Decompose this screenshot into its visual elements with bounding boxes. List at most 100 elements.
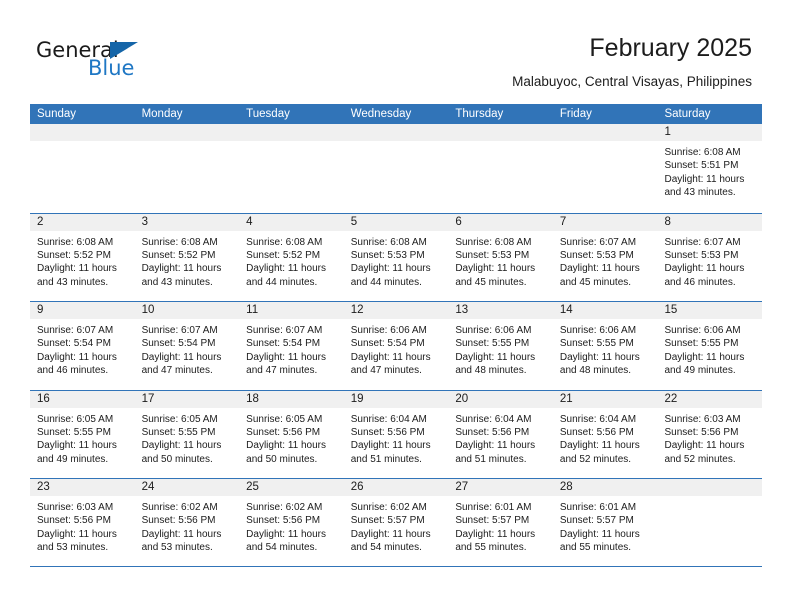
calendar-day-details: Sunrise: 6:07 AM Sunset: 5:53 PM Daylight:… [657, 231, 762, 290]
daylight-text-cont: and 44 minutes. [350, 276, 422, 288]
daylight-text-cont: and 50 minutes. [141, 453, 213, 465]
weekday-header-row: Sunday Monday Tuesday Wednesday Thursday… [30, 104, 762, 124]
sunset-text: Sunset: 5:51 PM [664, 160, 739, 172]
sunrise-text: Sunrise: 6:07 AM [37, 325, 114, 336]
calendar-day-details: Sunrise: 6:07 AM Sunset: 5:54 PM Daylight:… [239, 319, 344, 378]
calendar-day-cell[interactable]: 4 Sunrise: 6:08 AM Sunset: 5:52 PM Daylight… [239, 213, 344, 301]
calendar-day-cell[interactable]: 15 Sunrise: 6:06 AM Sunset: 5:55 PM Dayligh… [657, 302, 763, 390]
sunset-text: Sunset: 5:56 PM [246, 515, 321, 527]
sunset-text: Sunset: 5:57 PM [350, 515, 425, 527]
calendar-day-cell[interactable]: 28 Sunrise: 6:01 AM Sunset: 5:57 PM Dayligh… [552, 479, 658, 566]
daylight-text: Daylight: 11 hours [141, 351, 222, 363]
daylight-text-cont: and 54 minutes. [246, 542, 318, 554]
sunset-text: Sunset: 5:56 PM [141, 515, 216, 527]
sunset-text: Sunset: 5:53 PM [350, 249, 425, 261]
generalblue-logo[interactable]: General Blue [36, 38, 176, 86]
calendar-day-number: 13 [455, 304, 469, 316]
sunrise-text: Sunrise: 6:07 AM [664, 236, 741, 248]
calendar-day-header: 16 [30, 390, 135, 408]
calendar-day-cell[interactable]: 20 Sunrise: 6:04 AM Sunset: 5:56 PM Dayligh… [448, 390, 553, 478]
weekday-header-saturday: Saturday [664, 108, 711, 120]
title-block: February 2025 Malabuyoc, Central Visayas… [512, 33, 752, 90]
calendar-day-cell[interactable]: 24 Sunrise: 6:02 AM Sunset: 5:56 PM Dayligh… [134, 479, 240, 566]
sunrise-text: Sunrise: 6:01 AM [455, 502, 532, 513]
calendar-day-details: Sunrise: 6:07 AM Sunset: 5:54 PM Daylight:… [135, 319, 240, 378]
calendar-day-cell[interactable]: 5 Sunrise: 6:08 AM Sunset: 5:53 PM Daylight… [343, 213, 449, 301]
calendar-day-cell[interactable]: 8 Sunrise: 6:07 AM Sunset: 5:53 PM Daylight… [657, 213, 763, 301]
sunrise-text: Sunrise: 6:06 AM [350, 325, 427, 336]
daylight-text: Daylight: 11 hours [455, 263, 536, 275]
calendar-day-details: Sunrise: 6:07 AM Sunset: 5:53 PM Daylight:… [553, 231, 658, 290]
calendar-day-details: Sunrise: 6:06 AM Sunset: 5:54 PM Daylight:… [344, 319, 449, 378]
calendar-day-cell[interactable]: 13 Sunrise: 6:06 AM Sunset: 5:55 PM Dayligh… [448, 302, 553, 390]
daylight-text: Daylight: 11 hours [664, 351, 745, 363]
sunset-text: Sunset: 5:56 PM [559, 426, 634, 438]
calendar-day-number: 4 [246, 215, 253, 228]
calendar-day-number: 3 [141, 215, 148, 228]
calendar-day-cell[interactable]: 26 Sunrise: 6:02 AM Sunset: 5:57 PM Dayligh… [343, 479, 449, 566]
calendar-day-cell[interactable]: 9 Sunrise: 6:07 AM Sunset: 5:54 PM Daylight… [30, 302, 135, 390]
calendar-day-cell[interactable]: 25 Sunrise: 6:02 AM Sunset: 5:56 PM Dayligh… [239, 479, 344, 566]
calendar-day-cell[interactable]: 27 Sunrise: 6:01 AM Sunset: 5:57 PM Dayligh… [448, 479, 553, 566]
calendar-day-header [657, 479, 763, 496]
calendar-day-cell[interactable]: 1 Sunrise: 6:08 AM Sunset: 5:51 PM Daylight… [657, 124, 763, 213]
daylight-text: Daylight: 11 hours [37, 528, 117, 540]
sunrise-text: Sunrise: 6:04 AM [350, 413, 427, 425]
daylight-text: Daylight: 11 hours [246, 440, 327, 452]
weekday-header-thursday: Thursday [455, 108, 504, 120]
sunset-text: Sunset: 5:53 PM [455, 249, 530, 261]
calendar-day-number: 5 [350, 215, 358, 228]
daylight-text-cont: and 51 minutes. [350, 453, 422, 465]
sunset-text: Sunset: 5:55 PM [37, 426, 111, 438]
calendar-day-cell[interactable]: 11 Sunrise: 6:07 AM Sunset: 5:54 PM Dayligh… [239, 302, 344, 390]
calendar-day-header: 17 [134, 390, 240, 408]
daylight-text-cont: and 47 minutes. [141, 365, 213, 377]
calendar-day-number: 20 [455, 392, 469, 405]
calendar-day-cell[interactable]: 22 Sunrise: 6:03 AM Sunset: 5:56 PM Dayligh… [657, 390, 763, 478]
calendar-day-header [239, 124, 344, 141]
calendar-day-cell[interactable]: 10 Sunrise: 6:07 AM Sunset: 5:54 PM Dayligh… [134, 302, 240, 390]
calendar-week-row: 16 Sunrise: 6:05 AM Sunset: 5:55 PM Dayligh… [30, 389, 763, 478]
calendar-day-cell[interactable]: 3 Sunrise: 6:08 AM Sunset: 5:52 PM Daylight… [134, 213, 240, 301]
sunrise-text: Sunrise: 6:01 AM [559, 502, 637, 513]
calendar-day-cell[interactable]: 2 Sunrise: 6:08 AM Sunset: 5:52 PM Daylight… [30, 213, 135, 301]
calendar-day-header: 15 [657, 302, 763, 319]
weekday-header-friday: Friday [559, 108, 592, 120]
calendar-day-cell-empty [343, 124, 449, 213]
logo-text-blue: Blue [88, 56, 135, 80]
calendar-day-cell[interactable]: 23 Sunrise: 6:03 AM Sunset: 5:56 PM Dayligh… [30, 479, 135, 566]
sunset-text: Sunset: 5:56 PM [664, 426, 739, 438]
calendar-day-cell[interactable]: 16 Sunrise: 6:05 AM Sunset: 5:55 PM Dayligh… [30, 390, 135, 478]
calendar-day-number: 17 [141, 392, 155, 405]
sunset-text: Sunset: 5:56 PM [455, 426, 530, 438]
calendar-day-cell[interactable]: 21 Sunrise: 6:04 AM Sunset: 5:56 PM Dayligh… [552, 390, 658, 478]
calendar-day-number: 12 [350, 304, 364, 316]
daylight-text: Daylight: 11 hours [664, 173, 745, 185]
daylight-text: Daylight: 11 hours [37, 263, 117, 275]
daylight-text: Daylight: 11 hours [141, 263, 222, 275]
calendar-day-details: Sunrise: 6:06 AM Sunset: 5:55 PM Daylight:… [553, 319, 658, 378]
calendar-day-number: 6 [455, 215, 462, 228]
daylight-text: Daylight: 11 hours [37, 351, 117, 363]
daylight-text-cont: and 43 minutes. [141, 276, 213, 288]
calendar-day-cell[interactable]: 12 Sunrise: 6:06 AM Sunset: 5:54 PM Dayligh… [343, 302, 449, 390]
calendar-day-header: 27 [448, 479, 553, 496]
calendar-day-cell-empty [552, 124, 658, 213]
sunrise-text: Sunrise: 6:05 AM [246, 413, 323, 425]
calendar-day-header: 11 [239, 302, 344, 319]
calendar-day-cell[interactable]: 7 Sunrise: 6:07 AM Sunset: 5:53 PM Daylight… [552, 213, 658, 301]
calendar-day-cell[interactable]: 14 Sunrise: 6:06 AM Sunset: 5:55 PM Dayligh… [552, 302, 658, 390]
calendar-day-cell[interactable]: 18 Sunrise: 6:05 AM Sunset: 5:56 PM Dayligh… [239, 390, 344, 478]
calendar-day-cell[interactable]: 17 Sunrise: 6:05 AM Sunset: 5:55 PM Dayligh… [134, 390, 240, 478]
calendar-day-cell[interactable]: 19 Sunrise: 6:04 AM Sunset: 5:56 PM Dayligh… [343, 390, 449, 478]
calendar-day-header: 26 [343, 479, 449, 496]
calendar-day-details: Sunrise: 6:04 AM Sunset: 5:56 PM Daylight:… [344, 408, 449, 467]
calendar-day-number: 27 [455, 481, 469, 493]
sunrise-text: Sunrise: 6:08 AM [141, 236, 218, 248]
calendar-day-cell[interactable]: 6 Sunrise: 6:08 AM Sunset: 5:53 PM Daylight… [448, 213, 553, 301]
calendar-day-number: 11 [246, 304, 259, 316]
calendar-day-header: 13 [448, 302, 553, 319]
weekday-header-monday: Monday [141, 108, 183, 120]
calendar-day-number: 9 [37, 304, 44, 316]
calendar-day-header: 23 [30, 479, 135, 496]
